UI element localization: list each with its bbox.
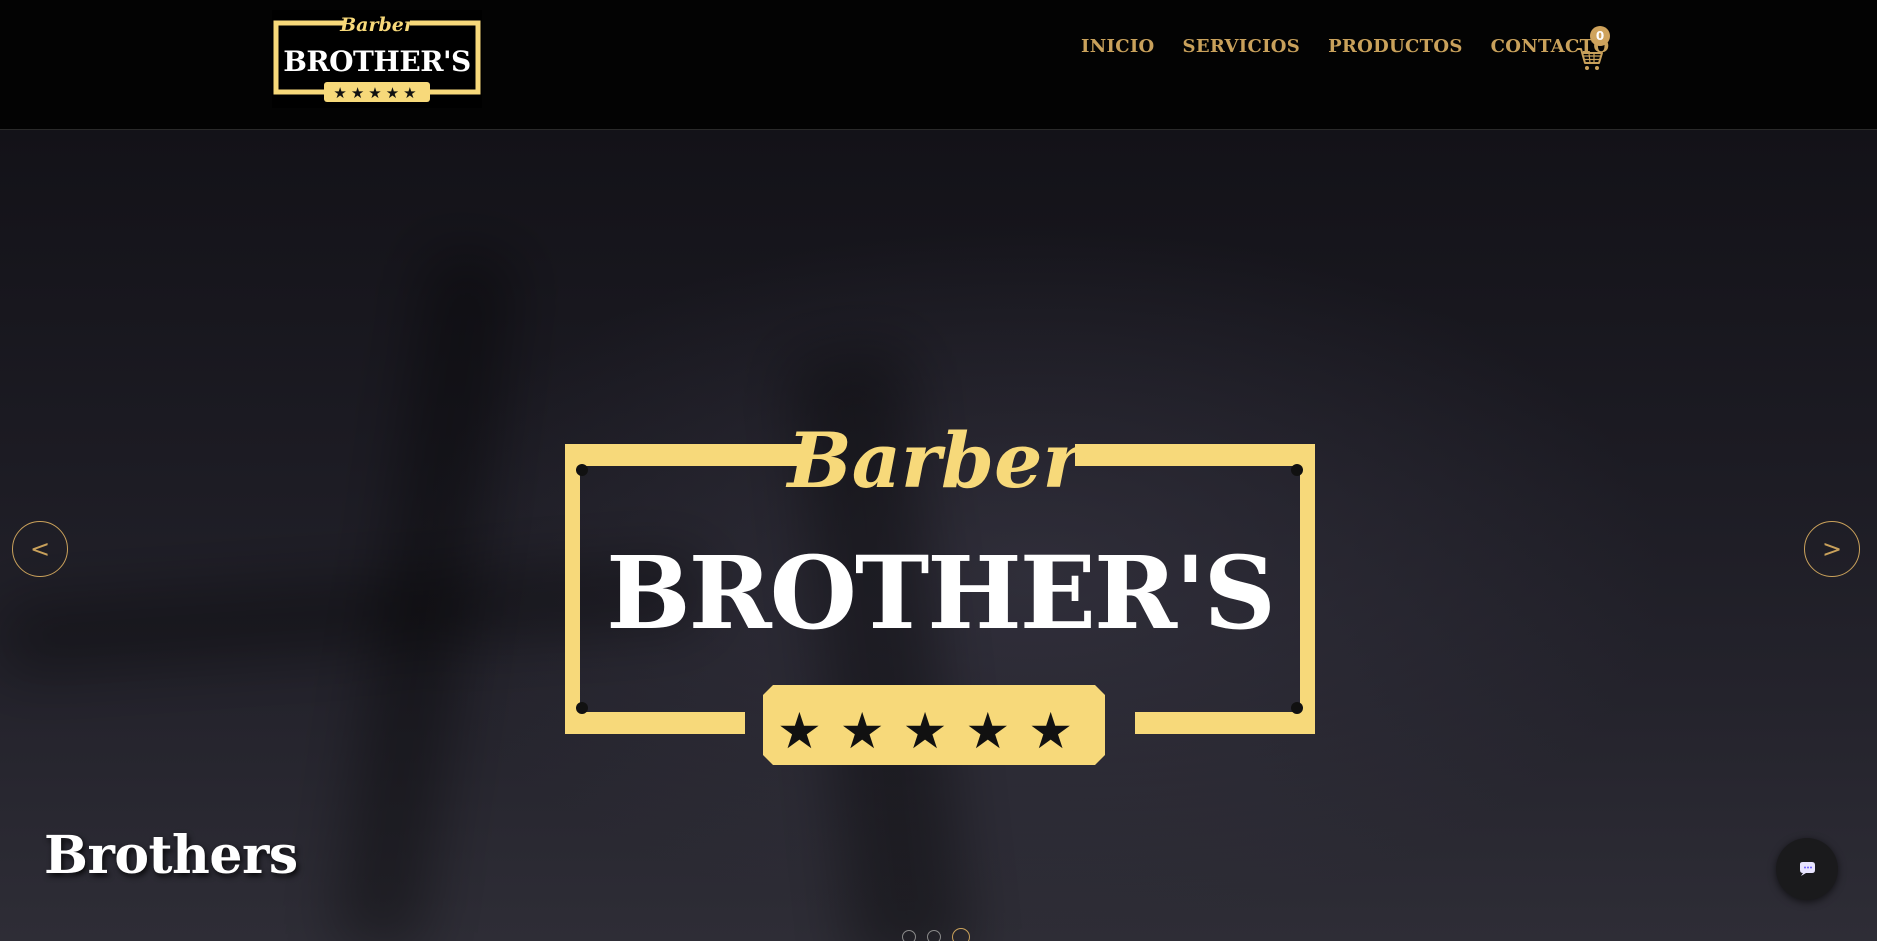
- main-nav: INICIO SERVICIOS PRODUCTOS CONTACTO: [1081, 36, 1637, 57]
- hero-brand-logo: Barber BROTHER'S ★★★★★: [565, 416, 1315, 765]
- nav-link-servicios[interactable]: SERVICIOS: [1183, 36, 1301, 57]
- nav-link-productos[interactable]: PRODUCTOS: [1328, 36, 1463, 57]
- chat-bubble-icon: [1800, 862, 1815, 876]
- chat-button[interactable]: [1776, 838, 1838, 900]
- hero-logo-stars-icon: ★★★★★: [777, 702, 1091, 760]
- slider-next-button[interactable]: >: [1804, 521, 1860, 577]
- logo-main-text: BROTHER'S: [283, 45, 471, 78]
- cart-count-badge: 0: [1590, 26, 1610, 46]
- cart-button[interactable]: 0: [1574, 24, 1614, 74]
- logo-stars-icon: ★★★★★: [333, 84, 420, 102]
- slider-prev-button[interactable]: <: [12, 521, 68, 577]
- brand-logo[interactable]: Barber BROTHER'S ★★★★★: [272, 10, 482, 108]
- nav-link-inicio[interactable]: INICIO: [1081, 36, 1155, 57]
- hero-logo-main-text: BROTHER'S: [606, 534, 1274, 652]
- logo-script-text: Barber: [339, 14, 416, 36]
- hero-slider: Barber BROTHER'S ★★★★★ < > Brothers: [0, 130, 1877, 941]
- slider-dots: [902, 928, 981, 941]
- shopping-cart-icon: [1577, 48, 1603, 70]
- hero-logo-script-text: Barber: [785, 416, 1087, 505]
- slider-dot-2[interactable]: [927, 930, 941, 941]
- slider-dot-3[interactable]: [952, 928, 970, 941]
- slide-caption: Brothers: [44, 825, 298, 886]
- site-header: Barber BROTHER'S ★★★★★ INICIO SERVICIOS …: [0, 0, 1877, 130]
- slider-dot-1[interactable]: [902, 930, 916, 941]
